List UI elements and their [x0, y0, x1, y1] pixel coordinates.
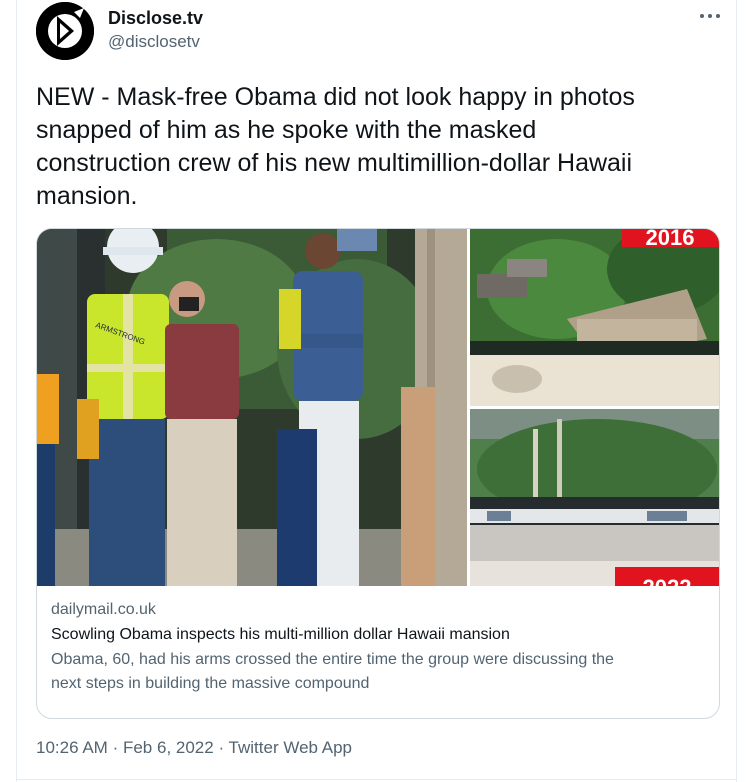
timeline-border-left: [16, 0, 17, 782]
tweet-date[interactable]: Feb 6, 2022: [123, 738, 214, 757]
card-photo-collage: ARMSTRONG 2016: [37, 229, 719, 586]
card-meta: dailymail.co.uk Scowling Obama inspects …: [51, 600, 711, 696]
more-dots-icon[interactable]: [698, 8, 722, 22]
link-card[interactable]: ARMSTRONG 2016 dailymail.co.uk Scowling …: [36, 228, 720, 719]
separator-dot: ·: [112, 738, 119, 757]
play-logo-icon: [36, 2, 94, 60]
card-title[interactable]: Scowling Obama inspects his multi-millio…: [51, 625, 711, 645]
tweet-time[interactable]: 10:26 AM: [36, 738, 108, 757]
collage-divider-vertical: [467, 229, 470, 586]
tweet-source[interactable]: Twitter Web App: [229, 738, 352, 757]
tweet-text: NEW - Mask-free Obama did not look happy…: [36, 83, 635, 210]
badge-top-text: 2016: [646, 229, 695, 250]
author-names: Disclose.tv @disclosetv: [108, 7, 203, 53]
separator-dot: ·: [218, 738, 225, 757]
tweet-header: Disclose.tv @disclosetv: [36, 0, 726, 62]
collage-divider-horizontal: [470, 406, 719, 409]
card-image[interactable]: ARMSTRONG 2016: [37, 229, 719, 586]
tweet-page: Disclose.tv @disclosetv NEW - Mask-free …: [0, 0, 746, 782]
card-description: Obama, 60, had his arms crossed the enti…: [51, 651, 614, 692]
crew-photo: ARMSTRONG: [37, 229, 467, 586]
timeline-border-right: [736, 0, 737, 782]
author-display-name[interactable]: Disclose.tv: [108, 7, 203, 29]
badge-bottom-text: 2022: [643, 575, 692, 586]
author-handle[interactable]: @disclosetv: [108, 31, 203, 53]
tweet-timestamp: 10:26 AM · Feb 6, 2022 · Twitter Web App: [36, 736, 352, 760]
house-photo-2022: 2022: [470, 409, 719, 586]
aerial-photo-2016: 2016: [470, 229, 719, 406]
tweet-divider: [16, 779, 737, 780]
avatar[interactable]: [36, 2, 94, 60]
card-domain: dailymail.co.uk: [51, 601, 156, 618]
